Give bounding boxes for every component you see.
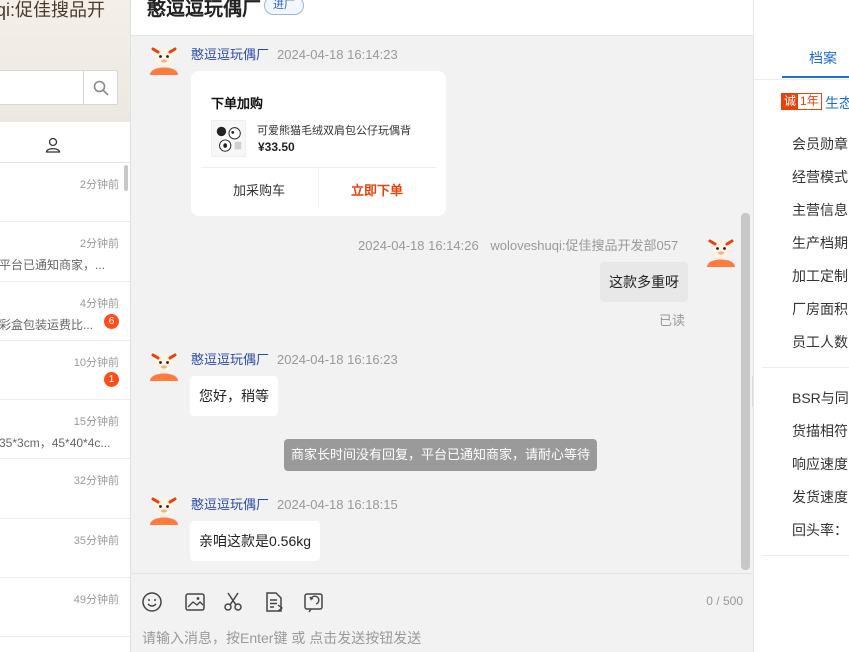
message-meta: 憨逗逗玩偶厂 2024-04-18 16:16:23 bbox=[191, 349, 398, 368]
search-icon bbox=[93, 80, 109, 96]
session-item[interactable]: 2分钟前平台已通知商家，... bbox=[0, 222, 130, 282]
message-meta: 憨逗逗玩偶厂 2024-04-18 16:18:15 bbox=[191, 494, 398, 513]
session-item[interactable]: 4分钟前彩盒包装运费比... 6 bbox=[0, 282, 130, 341]
chat-header: 憨逗逗玩偶厂 进厂 bbox=[131, 0, 753, 36]
session-preview: 彩盒包装运费比... bbox=[0, 317, 94, 332]
read-status: 已读 bbox=[659, 313, 686, 328]
message-bubble: 亲咱这款是0.56kg bbox=[190, 521, 321, 561]
unread-badge: 6 bbox=[104, 313, 119, 329]
product-thumbnail[interactable] bbox=[211, 120, 246, 157]
section-title: 生态 bbox=[825, 95, 849, 111]
card-title: 下单加购 bbox=[211, 96, 264, 111]
buy-now-button[interactable]: 立即下单 bbox=[351, 180, 403, 199]
message-input[interactable]: 请输入消息，按Enter键 或 点击发送按钮发送 bbox=[142, 628, 421, 648]
profile-row: 发货速度 bbox=[792, 489, 848, 505]
sender-name: 憨逗逗玩偶厂 bbox=[191, 497, 270, 512]
tab-divider bbox=[754, 79, 849, 80]
avatar-icon bbox=[150, 47, 178, 75]
profile-row: 加工定制 bbox=[792, 268, 848, 284]
profile-row: 回头率： bbox=[792, 522, 848, 538]
session-time: 35分钟前 bbox=[73, 534, 119, 547]
profile-row: 货描相符 bbox=[792, 423, 848, 439]
image-icon[interactable] bbox=[184, 591, 206, 613]
credit-badge-years: 1年 bbox=[800, 94, 819, 108]
product-name[interactable]: 可爱熊猫毛绒双肩包公仔玩偶背 bbox=[257, 122, 411, 138]
scissors-icon[interactable] bbox=[222, 591, 244, 613]
sender-name: 憨逗逗玩偶厂 bbox=[191, 352, 270, 367]
session-item[interactable]: 2分钟前 bbox=[0, 163, 130, 223]
message-list: 憨逗逗玩偶厂 2024-04-18 16:14:23 下单加购 可爱熊猫毛绒双肩包… bbox=[131, 36, 753, 573]
credit-years-badge: 诚 1年 bbox=[781, 93, 822, 110]
order-card: 下单加购 可爱熊猫毛绒双肩包公仔玩偶背 ¥33.50 加采购车 立即下单 bbox=[191, 71, 446, 216]
session-preview: 35*3cm，45*40*4c... bbox=[0, 436, 111, 451]
message-time: 2024-04-18 16:14:26 bbox=[358, 238, 479, 253]
chat-pane: 憨逗逗玩偶厂 进厂 憨逗逗玩偶厂 2024-04-18 16:14:23 下单加购… bbox=[131, 0, 753, 652]
search-button[interactable] bbox=[83, 71, 117, 104]
shop-name[interactable]: 憨逗逗玩偶厂 bbox=[147, 0, 261, 21]
session-time: 15分钟前 bbox=[73, 416, 119, 429]
smile-icon[interactable] bbox=[141, 591, 163, 613]
avatar-icon bbox=[150, 497, 178, 525]
message-time: 2024-04-18 16:14:23 bbox=[277, 47, 398, 62]
session-time: 49分钟前 bbox=[73, 594, 119, 607]
tab-active-indicator bbox=[782, 76, 849, 78]
session-time: 2分钟前 bbox=[79, 238, 119, 251]
session-item[interactable]: 49分钟前 bbox=[0, 578, 130, 638]
search-box[interactable] bbox=[0, 70, 118, 105]
profile-row: 会员勋章 bbox=[792, 136, 848, 152]
session-time: 4分钟前 bbox=[79, 297, 119, 310]
search-input[interactable] bbox=[0, 71, 83, 104]
profile-panel: 档案 诚1年 生态 会员勋章 经营模式 主营信息 生产档期 加工定制 厂房面积 … bbox=[753, 0, 849, 652]
avatar-icon bbox=[150, 353, 178, 381]
credit-badge-text: 诚 bbox=[782, 94, 799, 109]
profile-row: BSR与同 bbox=[792, 390, 849, 406]
session-tabs bbox=[0, 122, 130, 163]
session-preview: 平台已通知商家，... bbox=[0, 258, 106, 273]
session-time: 10分钟前 bbox=[73, 356, 119, 369]
add-to-cart-button[interactable]: 加采购车 bbox=[233, 180, 285, 199]
avatar-icon bbox=[707, 239, 735, 267]
session-time: 32分钟前 bbox=[73, 475, 119, 488]
session-item[interactable]: 15分钟前 35*3cm，45*40*4c... bbox=[0, 400, 130, 460]
session-time: 2分钟前 bbox=[79, 179, 119, 191]
profile-row: 响应速度 bbox=[792, 456, 848, 472]
profile-row: 员工人数 bbox=[792, 334, 848, 350]
session-list-panel: qi:促佳搜品开 2分钟前 2分钟前平台已通知商家，... 4分钟前彩盒包装运费… bbox=[0, 0, 131, 652]
message-time: 2024-04-18 16:16:23 bbox=[277, 352, 398, 367]
profile-row: 主营信息 bbox=[792, 202, 848, 218]
char-counter: 0 / 500 bbox=[706, 594, 743, 608]
account-name: qi:促佳搜品开 bbox=[0, 0, 106, 20]
message-meta: 憨逗逗玩偶厂 2024-04-18 16:14:23 bbox=[191, 44, 398, 63]
card-button-divider bbox=[318, 168, 319, 208]
enter-factory-tag[interactable]: 进厂 bbox=[264, 0, 304, 15]
session-list-scrollbar[interactable] bbox=[124, 165, 128, 191]
section-divider bbox=[762, 367, 849, 368]
message-time: 2024-04-18 16:18:15 bbox=[277, 497, 398, 512]
sender-name: 憨逗逗玩偶厂 bbox=[191, 47, 270, 62]
profile-row: 生产档期 bbox=[792, 235, 848, 251]
session-item[interactable]: 35分钟前 bbox=[0, 519, 130, 579]
message-bubble: 您好，稍等 bbox=[190, 376, 278, 416]
sender-name: woloveshuqi:促佳搜品开发部057 bbox=[490, 238, 679, 253]
message-scrollbar[interactable] bbox=[741, 213, 750, 570]
unread-badge: 1 bbox=[104, 371, 119, 387]
message-meta: 2024-04-18 16:14:26 woloveshuqi:促佳搜品开发部0… bbox=[358, 235, 678, 254]
profile-row: 经营模式 bbox=[792, 169, 848, 185]
profile-row: 厂房面积 bbox=[792, 301, 848, 317]
history-icon[interactable] bbox=[303, 591, 325, 613]
system-notice: 商家长时间没有回复，平台已通知商家，请耐心等待 bbox=[284, 439, 598, 471]
session-item[interactable]: 10分钟前 1 bbox=[0, 341, 130, 401]
message-bubble: 这款多重呀 bbox=[600, 262, 688, 302]
product-price: ¥33.50 bbox=[258, 140, 295, 154]
section-divider bbox=[762, 555, 849, 556]
composer: 0 / 500 请输入消息，按Enter键 或 点击发送按钮发送 bbox=[131, 573, 753, 652]
document-icon[interactable] bbox=[263, 591, 285, 613]
session-item[interactable]: 32分钟前 bbox=[0, 459, 130, 519]
tab-profile-label: 档案 bbox=[809, 50, 837, 66]
session-items: 2分钟前 2分钟前平台已通知商家，... 4分钟前彩盒包装运费比... 6 10分… bbox=[0, 163, 130, 638]
user-icon[interactable] bbox=[45, 137, 61, 153]
session-list-header: qi:促佳搜品开 bbox=[0, 0, 130, 122]
